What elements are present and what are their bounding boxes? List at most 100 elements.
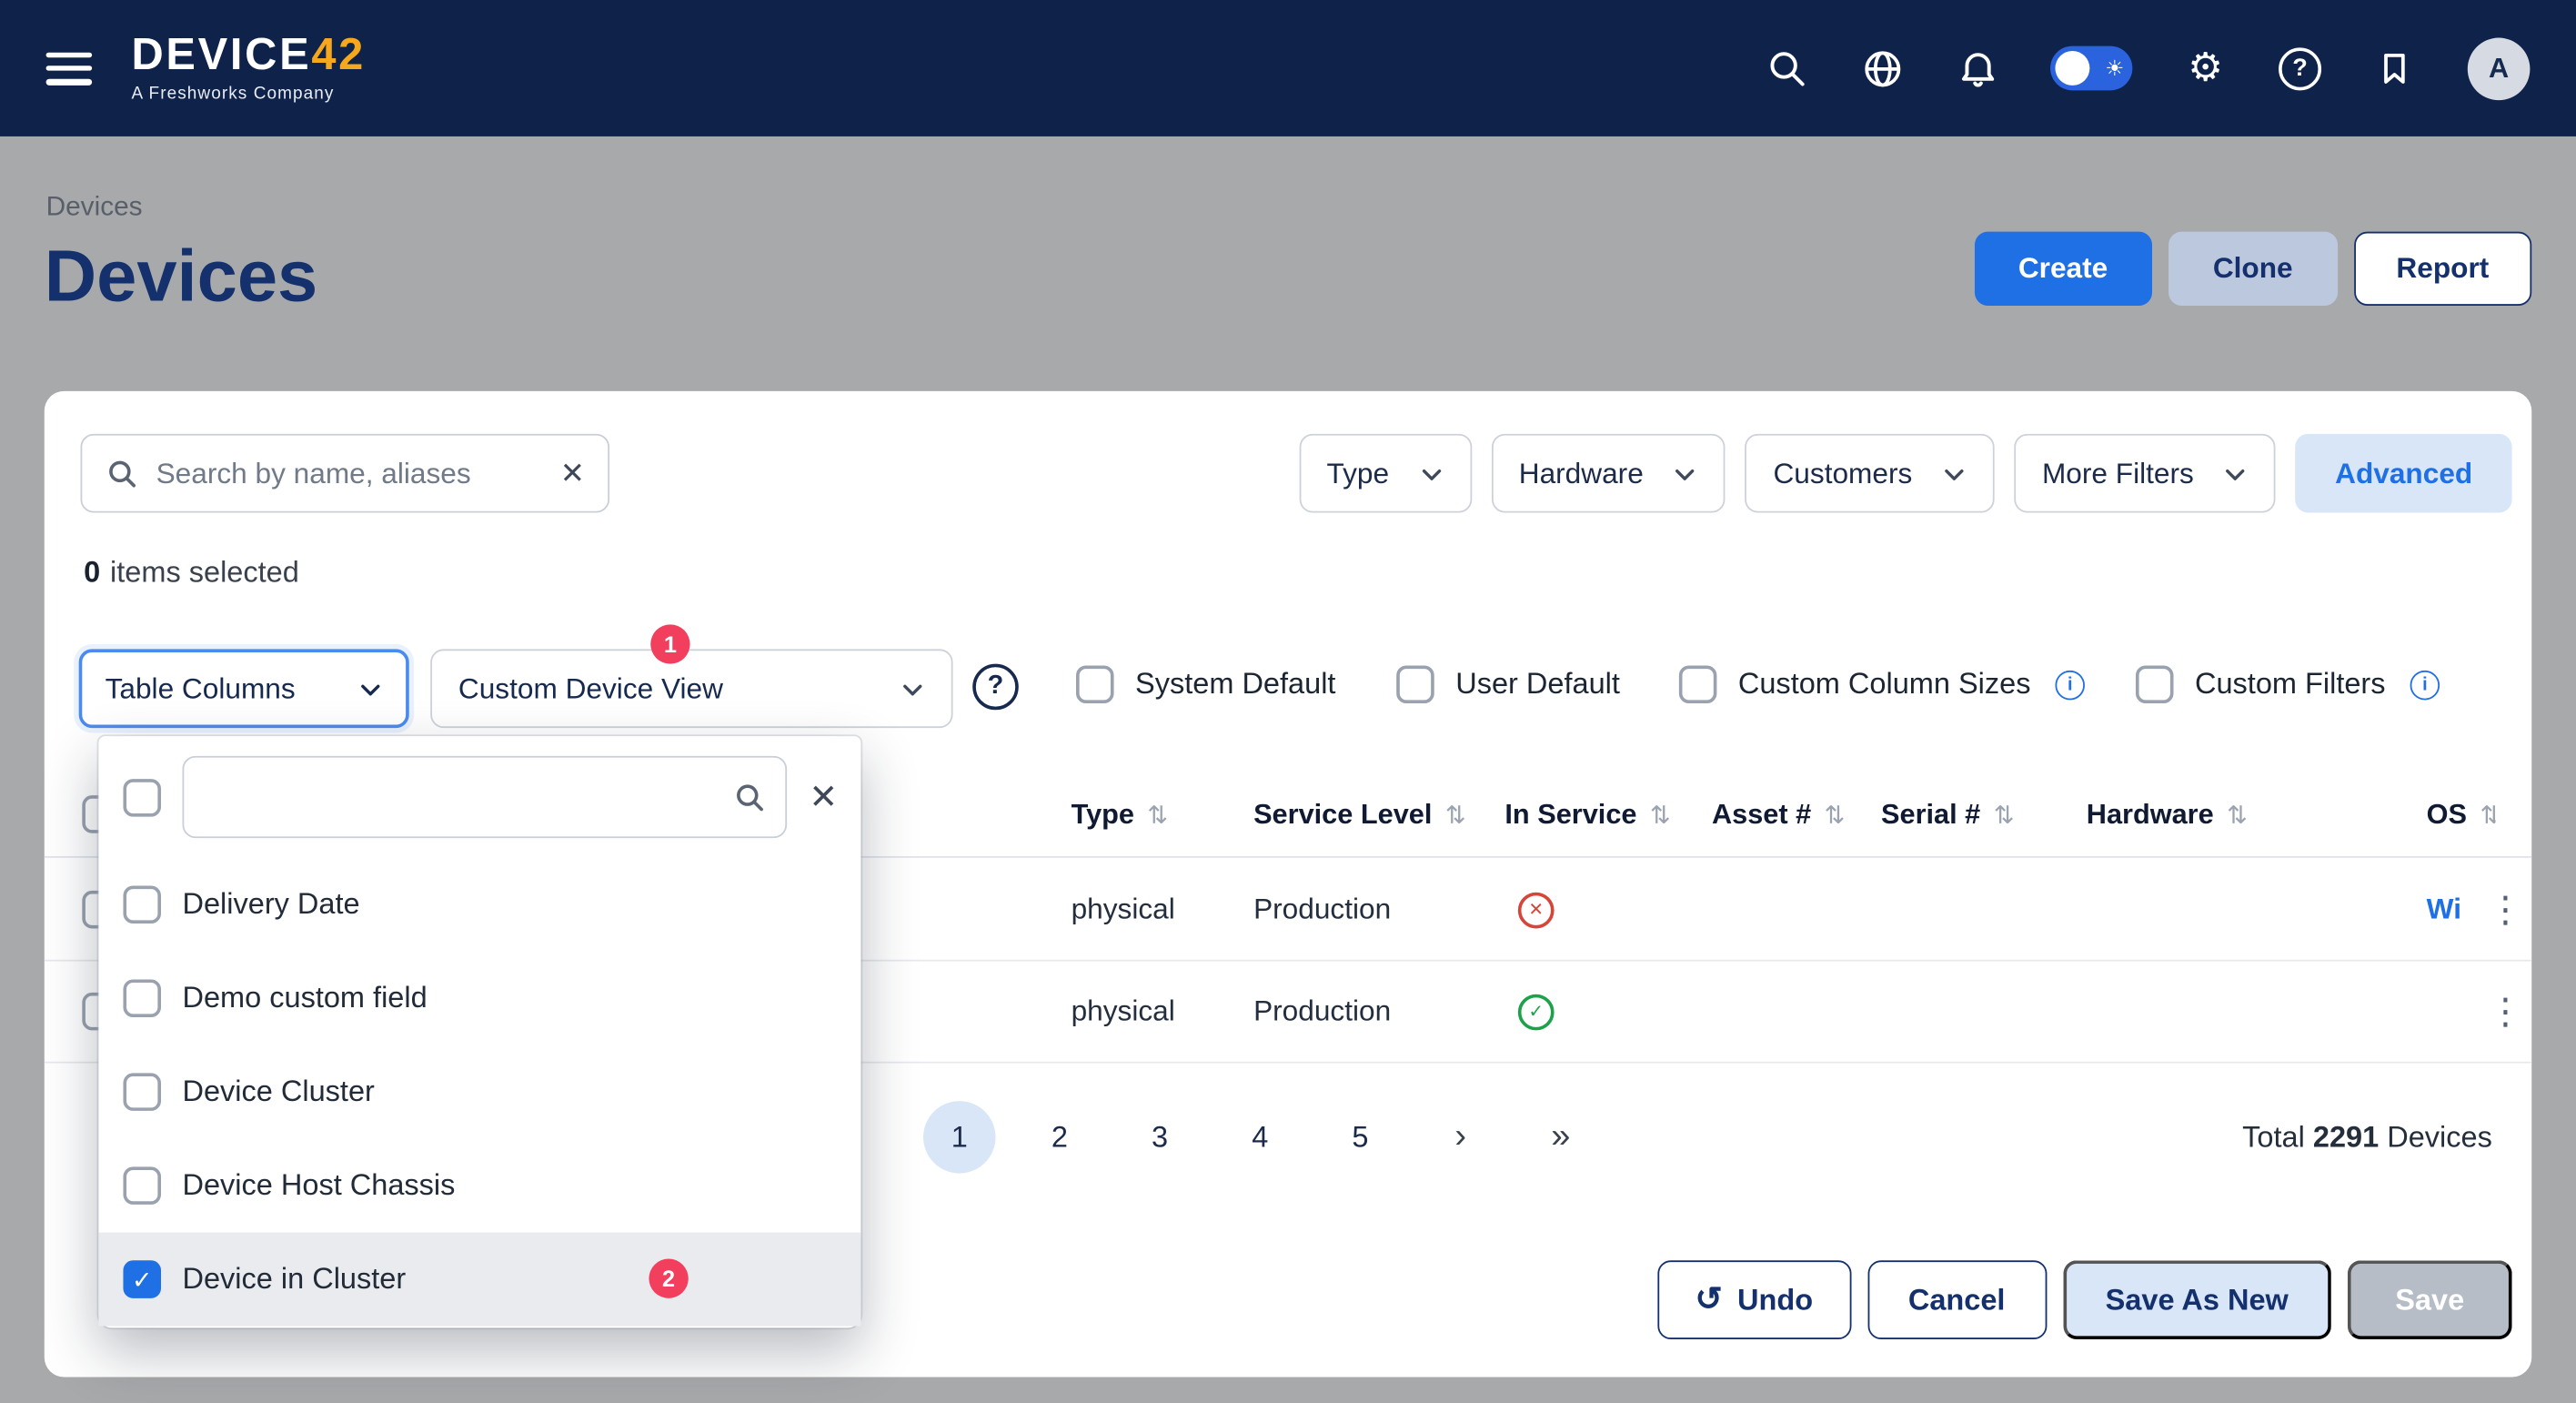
sort-icon[interactable]: ⇅ xyxy=(1445,800,1466,830)
column-header-serial[interactable]: Serial #⇅ xyxy=(1881,772,2014,856)
bookmark-icon[interactable] xyxy=(2372,46,2417,91)
column-option-label: Demo custom field xyxy=(182,981,427,1015)
info-icon[interactable]: i xyxy=(2056,670,2086,700)
page-1-button[interactable]: 1 xyxy=(923,1101,995,1173)
globe-icon[interactable] xyxy=(1860,46,1905,91)
table-columns-dropdown[interactable]: Table Columns xyxy=(79,649,409,728)
save-button[interactable]: Save xyxy=(2348,1260,2512,1339)
view-help-icon[interactable]: ? xyxy=(972,664,1019,711)
device-search-input[interactable] xyxy=(156,456,542,490)
checkbox[interactable] xyxy=(123,1166,161,1205)
more-filters-select[interactable]: More Filters xyxy=(2014,434,2276,513)
column-option-delivery-date[interactable]: Delivery Date xyxy=(98,858,860,952)
clear-search-icon[interactable]: ✕ xyxy=(560,459,585,489)
option-label: User Default xyxy=(1455,667,1620,702)
chevron-down-icon xyxy=(358,676,383,701)
info-icon[interactable]: i xyxy=(2410,670,2440,700)
type-filter-select[interactable]: Type xyxy=(1299,434,1472,513)
pagination: 1 2 3 4 5 › » xyxy=(923,1101,1597,1173)
checkbox-checked[interactable]: ✓ xyxy=(123,1260,161,1298)
customers-filter-select[interactable]: Customers xyxy=(1746,434,1995,513)
user-default-checkbox[interactable] xyxy=(1396,665,1434,703)
report-button[interactable]: Report xyxy=(2353,232,2531,306)
clone-button[interactable]: Clone xyxy=(2168,232,2337,306)
breadcrumb[interactable]: Devices xyxy=(46,192,143,223)
advanced-filters-button[interactable]: Advanced xyxy=(2296,434,2512,513)
undo-button[interactable]: ↺ Undo xyxy=(1657,1260,1851,1339)
column-search-input[interactable] xyxy=(207,780,720,814)
kebab-menu-icon[interactable]: ⋮ xyxy=(2487,990,2523,1033)
column-search-box[interactable] xyxy=(182,756,787,838)
table-columns-panel: ✕ Delivery Date Demo custom field Device… xyxy=(98,736,860,1327)
row-menu[interactable]: ⋮ xyxy=(2487,860,2523,960)
notifications-bell-icon[interactable] xyxy=(1955,46,1999,91)
custom-device-view-dropdown[interactable]: Custom Device View 1 xyxy=(430,649,952,728)
settings-gear-icon[interactable]: ⚙ xyxy=(2183,46,2228,91)
page-4-button[interactable]: 4 xyxy=(1224,1101,1296,1173)
column-option-device-host-chassis[interactable]: Device Host Chassis xyxy=(98,1139,860,1233)
hardware-filter-select[interactable]: Hardware xyxy=(1491,434,1726,513)
cell-service-level: Production xyxy=(1253,962,1391,1062)
system-default-option[interactable]: System Default xyxy=(1076,665,1335,703)
kebab-menu-icon[interactable]: ⋮ xyxy=(2487,888,2523,931)
checkbox[interactable] xyxy=(123,979,161,1017)
sort-icon[interactable]: ⇅ xyxy=(2480,800,2495,830)
search-icon[interactable] xyxy=(1765,46,1809,91)
user-avatar[interactable]: A xyxy=(2468,37,2531,100)
option-label: Custom Filters xyxy=(2195,667,2386,702)
row-menu[interactable]: ⋮ xyxy=(2487,962,2523,1062)
page-title: Devices xyxy=(45,237,317,318)
page-5-button[interactable]: 5 xyxy=(1324,1101,1396,1173)
column-option-device-in-cluster[interactable]: ✓ Device in Cluster 2 xyxy=(98,1233,860,1327)
device-search-box[interactable]: ✕ xyxy=(80,434,609,513)
system-default-checkbox[interactable] xyxy=(1076,665,1114,703)
page-3-button[interactable]: 3 xyxy=(1123,1101,1195,1173)
selected-label: items selected xyxy=(110,555,299,588)
create-button[interactable]: Create xyxy=(1974,232,2152,306)
custom-column-sizes-option[interactable]: Custom Column Sizes i xyxy=(1679,665,2085,703)
menu-icon[interactable] xyxy=(46,52,93,85)
user-default-option[interactable]: User Default xyxy=(1396,665,1620,703)
sort-icon[interactable]: ⇅ xyxy=(1650,800,1671,830)
page-actions: Create Clone Report xyxy=(1974,232,2531,306)
sort-icon[interactable]: ⇅ xyxy=(1994,800,2015,830)
checkbox[interactable] xyxy=(123,885,161,924)
column-header-os[interactable]: OS⇅ xyxy=(2427,772,2496,856)
cell-type: physical xyxy=(1072,860,1175,960)
cancel-button[interactable]: Cancel xyxy=(1867,1260,2047,1339)
undo-icon: ↺ xyxy=(1695,1284,1722,1317)
custom-view-badge: 1 xyxy=(650,624,689,663)
page-2-button[interactable]: 2 xyxy=(1023,1101,1095,1173)
column-header-in-service[interactable]: In Service⇅ xyxy=(1504,772,1670,856)
column-option-device-cluster[interactable]: Device Cluster xyxy=(98,1045,860,1139)
custom-column-sizes-checkbox[interactable] xyxy=(1679,665,1717,703)
sort-icon[interactable]: ⇅ xyxy=(1825,800,1846,830)
column-option-label: Device Host Chassis xyxy=(182,1168,455,1203)
custom-filters-checkbox[interactable] xyxy=(2136,665,2174,703)
save-as-new-button[interactable]: Save As New xyxy=(2063,1260,2331,1339)
chevron-down-icon xyxy=(1942,461,1967,486)
close-panel-icon[interactable]: ✕ xyxy=(809,780,838,814)
panel-search-row: ✕ xyxy=(98,736,860,858)
column-header-hardware[interactable]: Hardware⇅ xyxy=(2087,772,2248,856)
column-header-type[interactable]: Type⇅ xyxy=(1072,772,1169,856)
os-link[interactable]: Wi xyxy=(2427,893,2461,927)
custom-filters-option[interactable]: Custom Filters i xyxy=(2136,665,2440,703)
logo-text: DEVICE xyxy=(131,30,311,79)
next-page-icon[interactable]: › xyxy=(1424,1101,1496,1173)
chevron-down-icon xyxy=(1419,461,1444,486)
last-page-icon[interactable]: » xyxy=(1524,1101,1596,1173)
help-icon[interactable]: ? xyxy=(2279,46,2321,89)
column-option-demo-custom-field[interactable]: Demo custom field xyxy=(98,952,860,1045)
chevron-down-icon xyxy=(901,676,925,701)
checkbox[interactable] xyxy=(123,1073,161,1111)
sun-icon: ☀ xyxy=(2105,55,2124,83)
column-header-service-level[interactable]: Service Level⇅ xyxy=(1253,772,1465,856)
top-navbar: DEVICE42 A Freshworks Company ☀ ⚙ xyxy=(0,0,2576,136)
column-header-asset[interactable]: Asset #⇅ xyxy=(1712,772,1845,856)
cell-type: physical xyxy=(1072,962,1175,1062)
sort-icon[interactable]: ⇅ xyxy=(2227,800,2248,830)
theme-toggle[interactable]: ☀ xyxy=(2050,46,2132,91)
select-all-columns-checkbox[interactable] xyxy=(123,778,161,816)
sort-icon[interactable]: ⇅ xyxy=(1147,800,1168,830)
